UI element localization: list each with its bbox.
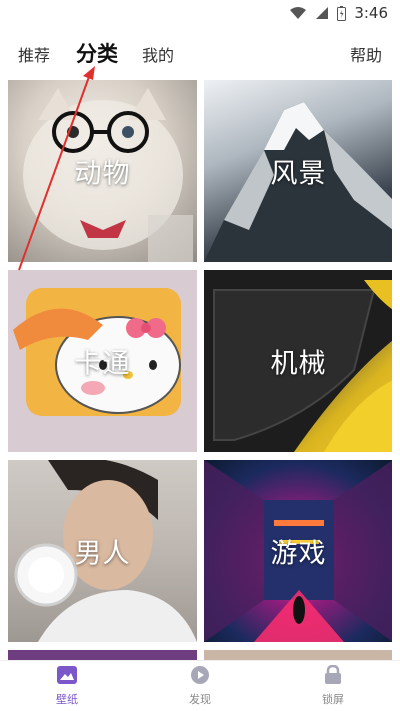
category-label-scenery: 风景 [270,158,327,190]
bottom-nav-label: 壁纸 [56,693,78,706]
category-label-man: 男人 [74,538,131,570]
category-grid: 动物 风景 卡通 机械 男人 游戏 [8,80,392,660]
bottom-nav: 壁纸 发现 锁屏 [0,660,400,711]
category-label-animal: 动物 [74,158,131,190]
category-tile-game[interactable]: 游戏 [204,460,392,642]
bottom-nav-discover[interactable]: 发现 [160,665,240,707]
status-bar: 3:46 [0,0,400,28]
wifi-icon [290,7,307,19]
category-label-cartoon: 卡通 [74,348,131,380]
help-link[interactable]: 帮助 [350,42,382,66]
bottom-nav-label: 发现 [189,693,211,706]
category-tile-animal[interactable]: 动物 [8,80,197,262]
next-row-tile-peek [8,650,197,660]
discover-icon [191,666,209,684]
status-icons: 3:46 [289,4,388,22]
top-nav: 推荐 分类 我的 帮助 [0,28,400,78]
category-label-machine: 机械 [270,348,327,380]
tab-recommend[interactable]: 推荐 [18,42,50,66]
signal-icon [316,7,329,19]
category-tile-cartoon[interactable]: 卡通 [8,270,197,452]
category-label-game: 游戏 [270,538,327,570]
status-time: 3:46 [354,4,388,22]
tab-mine[interactable]: 我的 [142,42,174,66]
category-tile-man[interactable]: 男人 [8,460,197,642]
lock-icon [325,664,341,684]
category-tile-scenery[interactable]: 风景 [204,80,392,262]
tab-category[interactable]: 分类 [76,38,118,68]
category-tile-machine[interactable]: 机械 [204,270,392,452]
battery-icon [337,5,347,21]
bottom-nav-wallpaper[interactable]: 壁纸 [27,665,107,707]
wallpaper-icon [57,666,77,684]
bottom-nav-lockscreen[interactable]: 锁屏 [293,664,373,707]
next-row-tile-peek [204,650,392,660]
bottom-nav-label: 锁屏 [322,693,344,706]
